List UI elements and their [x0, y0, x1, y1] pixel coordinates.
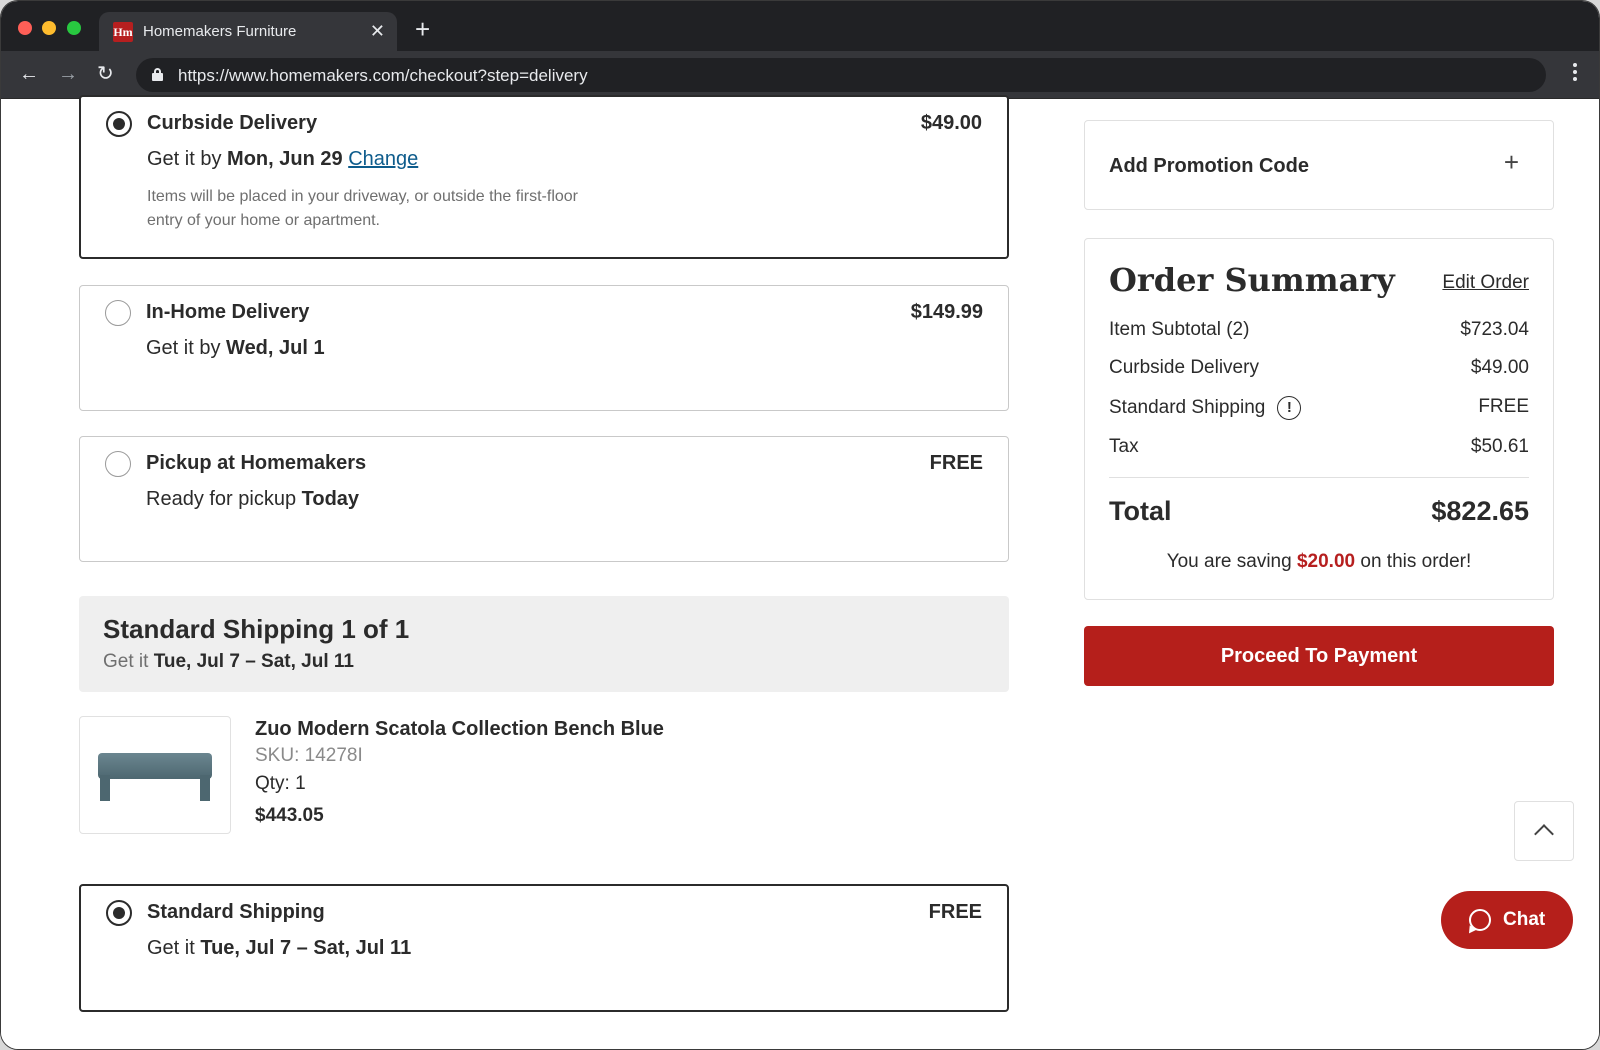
option-price: $49.00: [920, 112, 982, 134]
tab-title: Homemakers Furniture: [143, 23, 297, 40]
summary-divider: [1109, 477, 1529, 478]
row-value: $49.00: [1470, 357, 1529, 378]
promo-code-toggle[interactable]: Add Promotion Code +: [1084, 120, 1554, 210]
scroll-to-top-button[interactable]: [1514, 801, 1574, 861]
maximize-window-button[interactable]: [67, 21, 81, 35]
row-label: Tax: [1109, 436, 1139, 457]
browser-window: Hm Homemakers Furniture ✕ + ← → ↻ https:…: [0, 0, 1600, 1050]
standard-shipping-header: Standard Shipping 1 of 1 Get it Tue, Jul…: [79, 596, 1009, 692]
saving-suffix: on this order!: [1360, 551, 1472, 572]
delivery-option-in-home[interactable]: In-Home Delivery $149.99 Get it by Wed, …: [79, 285, 1009, 411]
row-value: $723.04: [1460, 319, 1529, 340]
order-summary: Order Summary Edit Order Item Subtotal (…: [1084, 238, 1554, 600]
homemakers-logo-icon: Hm: [113, 22, 133, 42]
close-tab-icon[interactable]: ✕: [370, 20, 385, 42]
shipping-section-dates: Get it Tue, Jul 7 – Sat, Jul 11: [103, 651, 354, 673]
kebab-menu-icon[interactable]: [1573, 63, 1577, 84]
forward-arrow-icon[interactable]: →: [58, 63, 78, 85]
minimize-window-button[interactable]: [42, 21, 56, 35]
back-arrow-icon[interactable]: ←: [19, 63, 39, 85]
summary-title: Order Summary: [1109, 261, 1395, 299]
total-label: Total: [1109, 496, 1172, 526]
saving-prefix: You are saving: [1166, 551, 1292, 572]
total-value: $822.65: [1431, 496, 1529, 526]
summary-row-shipping: Standard Shipping! FREE: [1109, 393, 1529, 423]
option-date-line: Get it by Wed, Jul 1: [146, 337, 325, 360]
delivery-option-pickup[interactable]: Pickup at Homemakers FREE Ready for pick…: [79, 436, 1009, 562]
proceed-to-payment-button[interactable]: Proceed To Payment: [1084, 626, 1554, 686]
savings-message: You are saving $20.00 on this order!: [1085, 551, 1553, 573]
date-value: Tue, Jul 7 – Sat, Jul 11: [200, 937, 412, 959]
close-window-button[interactable]: [18, 21, 32, 35]
row-label: Standard Shipping: [1109, 397, 1266, 419]
chat-bubble-icon: [1469, 909, 1491, 931]
product-sku: SKU: 14278I: [255, 745, 363, 766]
pickup-radio[interactable]: [105, 451, 131, 477]
option-date-line: Get it Tue, Jul 7 – Sat, Jul 11: [147, 937, 411, 960]
date-prefix: Ready for pickup: [146, 488, 297, 510]
option-name: Pickup at Homemakers: [146, 452, 367, 474]
plus-icon[interactable]: +: [1504, 149, 1519, 175]
standard-shipping-radio[interactable]: [106, 900, 132, 926]
reload-icon[interactable]: ↻: [97, 63, 114, 85]
option-price: FREE: [929, 452, 983, 474]
edit-order-link[interactable]: Edit Order: [1442, 272, 1529, 294]
date-value: Today: [301, 488, 360, 510]
dates-prefix: Get it: [103, 651, 149, 672]
tab-bar: Hm Homemakers Furniture ✕ +: [1, 1, 1599, 51]
in-home-radio[interactable]: [105, 300, 131, 326]
date-prefix: Get it by: [146, 337, 221, 359]
delivery-option-curbside[interactable]: Curbside Delivery $49.00 Get it by Mon, …: [79, 95, 1009, 259]
dates-value: Tue, Jul 7 – Sat, Jul 11: [153, 651, 354, 672]
option-name: In-Home Delivery: [146, 301, 310, 323]
chat-button[interactable]: Chat: [1441, 891, 1573, 949]
browser-toolbar: ← → ↻ https://www.homemakers.com/checkou…: [1, 51, 1599, 99]
change-date-link[interactable]: Change: [348, 148, 418, 170]
option-date-line: Get it by Mon, Jun 29 Change: [147, 148, 418, 171]
row-label-wrap: Standard Shipping!: [1109, 396, 1302, 420]
url-text[interactable]: https://www.homemakers.com/checkout?step…: [178, 66, 588, 86]
info-icon[interactable]: !: [1277, 396, 1302, 420]
date-prefix: Get it by: [147, 148, 222, 170]
browser-tab[interactable]: Hm Homemakers Furniture ✕: [99, 12, 397, 51]
option-name: Standard Shipping: [147, 901, 325, 923]
chat-label: Chat: [1503, 909, 1546, 930]
product-name[interactable]: Zuo Modern Scatola Collection Bench Blue: [255, 718, 664, 741]
product-image[interactable]: [79, 716, 231, 834]
date-value: Wed, Jul 1: [226, 337, 325, 359]
lock-icon: [152, 68, 163, 81]
row-label: Curbside Delivery: [1109, 357, 1259, 378]
product-price: $443.05: [255, 805, 324, 826]
option-date-line: Ready for pickup Today: [146, 488, 359, 511]
checkout-page: Curbside Delivery $49.00 Get it by Mon, …: [1, 95, 1599, 1049]
product-qty: Qty: 1: [255, 773, 306, 794]
saving-amount: $20.00: [1296, 551, 1356, 572]
chevron-up-icon: [1534, 824, 1554, 844]
option-price: FREE: [928, 901, 982, 923]
shipping-option-standard[interactable]: Standard Shipping FREE Get it Tue, Jul 7…: [79, 884, 1009, 1012]
option-name: Curbside Delivery: [147, 112, 318, 134]
row-value: $50.61: [1470, 436, 1529, 457]
address-bar[interactable]: https://www.homemakers.com/checkout?step…: [136, 58, 1546, 92]
row-label: Item Subtotal (2): [1109, 319, 1250, 340]
option-price: $149.99: [910, 301, 983, 323]
curbside-radio[interactable]: [106, 111, 132, 137]
bench-image: [98, 753, 212, 779]
row-value: FREE: [1478, 396, 1529, 417]
date-value: Mon, Jun 29: [227, 148, 343, 170]
date-prefix: Get it: [147, 937, 195, 959]
promo-label: Add Promotion Code: [1109, 155, 1309, 177]
new-tab-icon[interactable]: +: [415, 16, 430, 42]
shipping-section-title: Standard Shipping 1 of 1: [103, 614, 410, 644]
option-description: Items will be placed in your driveway, o…: [147, 188, 578, 229]
